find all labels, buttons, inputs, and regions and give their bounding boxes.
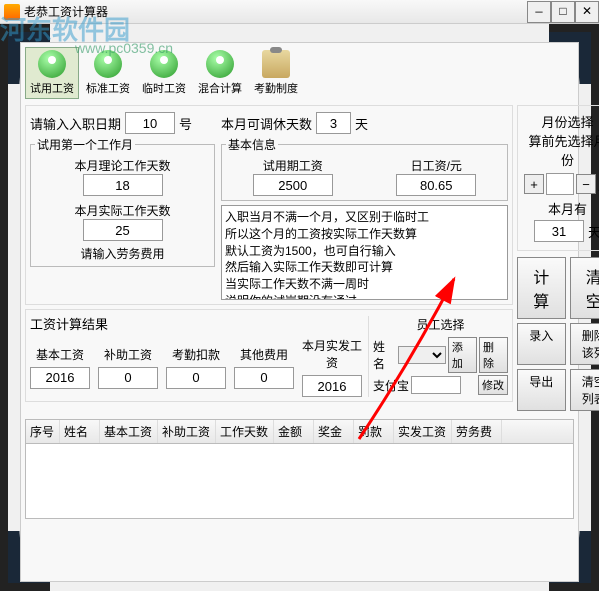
month-days-input[interactable] bbox=[534, 220, 584, 242]
toolbar: 试用工资标准工资临时工资混合计算考勤制度 bbox=[25, 47, 574, 99]
basic-info-fieldset: 基本信息 试用期工资 日工资/元 bbox=[221, 136, 508, 201]
clear-list-button[interactable]: 清空列表 bbox=[570, 369, 599, 411]
del-col-button[interactable]: 删除该列 bbox=[570, 323, 599, 365]
month-value-input[interactable] bbox=[546, 173, 574, 195]
month-has-unit: 天 bbox=[588, 222, 599, 241]
table-header[interactable]: 奖金 bbox=[314, 420, 354, 443]
table-header[interactable]: 实发工资 bbox=[394, 420, 452, 443]
toolbar-item-0[interactable]: 试用工资 bbox=[25, 47, 79, 99]
theory-days-input[interactable] bbox=[83, 174, 163, 196]
emp-name-label: 姓名 bbox=[373, 338, 396, 372]
month-title: 月份选择 bbox=[524, 112, 599, 131]
calc-button[interactable]: 计 算 bbox=[517, 257, 566, 319]
result-value-input[interactable] bbox=[30, 367, 90, 389]
emp-alipay-label: 支付宝 bbox=[373, 377, 409, 394]
toolbar-item-1[interactable]: 标准工资 bbox=[81, 47, 135, 99]
result-label: 基本工资 bbox=[30, 346, 90, 363]
minimize-button[interactable]: — bbox=[527, 1, 551, 23]
result-value-input[interactable] bbox=[98, 367, 158, 389]
table-header[interactable]: 姓名 bbox=[60, 420, 100, 443]
entry-date-suffix: 号 bbox=[179, 114, 192, 133]
employee-legend: 员工选择 bbox=[373, 316, 508, 333]
emp-mod-button[interactable]: 修改 bbox=[478, 375, 508, 395]
adj-days-label: 本月可调休天数 bbox=[221, 114, 312, 133]
table-header[interactable]: 罚款 bbox=[354, 420, 394, 443]
toolbar-item-2[interactable]: 临时工资 bbox=[137, 47, 191, 99]
result-cell: 其他费用 bbox=[234, 346, 294, 389]
person-icon bbox=[150, 50, 178, 78]
actual-days-label: 本月实际工作天数 bbox=[35, 202, 210, 219]
clear-button[interactable]: 清 空 bbox=[570, 257, 599, 319]
adj-days-input[interactable] bbox=[316, 112, 351, 134]
app-icon bbox=[4, 4, 20, 20]
export-button[interactable]: 导出 bbox=[517, 369, 566, 411]
result-legend: 工资计算结果 bbox=[30, 314, 362, 333]
toolbar-label: 考勤制度 bbox=[254, 80, 298, 96]
month-subtitle: 算前先选择月份 bbox=[524, 131, 599, 169]
toolbar-label: 混合计算 bbox=[198, 80, 242, 96]
emp-name-select[interactable] bbox=[398, 346, 446, 364]
toolbar-label: 标准工资 bbox=[86, 80, 130, 96]
month-plus-button[interactable]: + bbox=[524, 174, 544, 194]
result-table[interactable]: 序号姓名基本工资补助工资工作天数金额奖金罚款实发工资劳务费 bbox=[25, 419, 574, 519]
first-month-legend: 试用第一个工作月 bbox=[35, 136, 135, 153]
info-textarea[interactable]: 入职当月不满一个月，又区别于临时工所以这个月的工资按实际工作天数算默认工资为15… bbox=[221, 205, 508, 300]
maximize-button[interactable]: □ bbox=[551, 1, 575, 23]
result-cell: 基本工资 bbox=[30, 346, 90, 389]
result-label: 本月实发工资 bbox=[302, 337, 362, 371]
window-title: 老恭工资计算器 bbox=[24, 3, 527, 20]
adj-days-suffix: 天 bbox=[355, 114, 368, 133]
toolbar-label: 临时工资 bbox=[142, 80, 186, 96]
table-header[interactable]: 序号 bbox=[26, 420, 60, 443]
trial-salary-label: 试用期工资 bbox=[253, 157, 333, 174]
daily-salary-input[interactable] bbox=[396, 174, 476, 196]
daily-salary-label: 日工资/元 bbox=[396, 157, 476, 174]
clipboard-icon bbox=[262, 50, 290, 78]
result-value-input[interactable] bbox=[234, 367, 294, 389]
labor-fee-label: 请输入劳务费用 bbox=[35, 245, 210, 262]
table-header[interactable]: 补助工资 bbox=[158, 420, 216, 443]
result-cell: 补助工资 bbox=[98, 346, 158, 389]
actual-days-input[interactable] bbox=[83, 219, 163, 241]
person-icon bbox=[38, 50, 66, 78]
result-label: 考勤扣款 bbox=[166, 346, 226, 363]
table-header[interactable]: 基本工资 bbox=[100, 420, 158, 443]
month-has-label: 本月有 bbox=[548, 199, 587, 218]
entry-date-label: 请输入入职日期 bbox=[30, 114, 121, 133]
person-icon bbox=[94, 50, 122, 78]
trial-salary-input[interactable] bbox=[253, 174, 333, 196]
entry-date-input[interactable] bbox=[125, 112, 175, 134]
titlebar: 老恭工资计算器 — □ ✕ bbox=[0, 0, 599, 24]
result-value-input[interactable] bbox=[166, 367, 226, 389]
table-header[interactable]: 工作天数 bbox=[216, 420, 274, 443]
table-header[interactable]: 金额 bbox=[274, 420, 314, 443]
result-label: 其他费用 bbox=[234, 346, 294, 363]
result-label: 补助工资 bbox=[98, 346, 158, 363]
emp-alipay-input[interactable] bbox=[411, 376, 461, 394]
result-cell: 本月实发工资 bbox=[302, 337, 362, 397]
first-month-fieldset: 试用第一个工作月 本月理论工作天数 本月实际工作天数 请输入劳务费用 bbox=[30, 136, 215, 267]
emp-add-button[interactable]: 添加 bbox=[448, 337, 477, 373]
emp-del-button[interactable]: 删除 bbox=[479, 337, 508, 373]
result-value-input[interactable] bbox=[302, 375, 362, 397]
result-cell: 考勤扣款 bbox=[166, 346, 226, 389]
person-icon bbox=[206, 50, 234, 78]
table-header[interactable]: 劳务费 bbox=[452, 420, 502, 443]
close-button[interactable]: ✕ bbox=[575, 1, 599, 23]
input-button[interactable]: 录入 bbox=[517, 323, 566, 365]
toolbar-item-4[interactable]: 考勤制度 bbox=[249, 47, 303, 99]
basic-info-legend: 基本信息 bbox=[226, 136, 278, 153]
toolbar-item-3[interactable]: 混合计算 bbox=[193, 47, 247, 99]
frame-side bbox=[0, 84, 8, 531]
theory-days-label: 本月理论工作天数 bbox=[35, 157, 210, 174]
toolbar-label: 试用工资 bbox=[30, 80, 74, 96]
month-minus-button[interactable]: − bbox=[576, 174, 596, 194]
